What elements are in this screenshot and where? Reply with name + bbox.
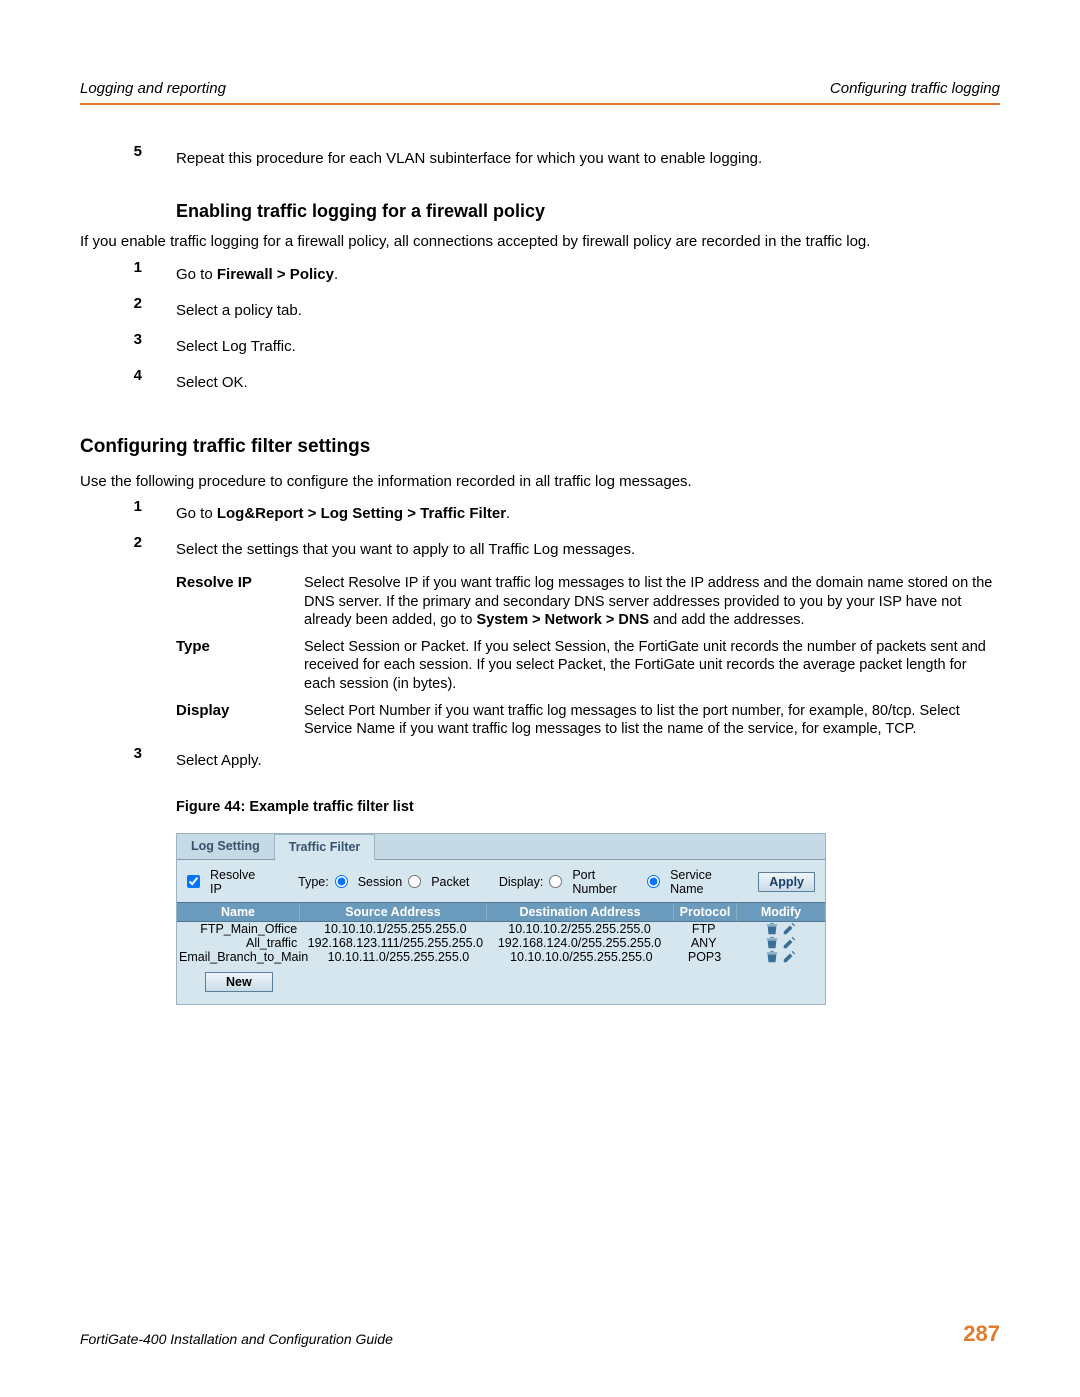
figure-caption: Figure 44: Example traffic filter list [176,799,1000,815]
step-number: 3 [80,331,176,363]
page-footer: FortiGate-400 Installation and Configura… [80,1321,1000,1347]
traffic-filter-screenshot: Log Setting Traffic Filter Resolve IP Ty… [176,833,826,1005]
step-text: Select Apply. [176,751,1000,771]
type-packet-radio[interactable] [408,875,421,888]
resolve-ip-checkbox[interactable] [187,875,200,888]
cell-name: FTP_Main_Office [177,922,303,936]
col-name: Name [177,903,300,921]
tab-log-setting[interactable]: Log Setting [177,834,275,859]
step-text: Go to Firewall > Policy. [176,265,1000,285]
step-text: Repeat this procedure for each VLAN subi… [176,149,1000,169]
step-5: 5 Repeat this procedure for each VLAN su… [80,143,1000,175]
running-head-left: Logging and reporting [80,80,226,97]
policy-step-2: 2 Select a policy tab. [80,295,1000,327]
display-label: Display: [499,875,543,889]
type-label: Type: [298,875,329,889]
edit-icon[interactable] [782,922,796,936]
cell-name: Email_Branch_to_Main [177,950,307,964]
policy-step-4: 4 Select OK. [80,367,1000,399]
policy-step-1: 1 Go to Firewall > Policy. [80,259,1000,291]
filter-controls: Resolve IP Type: Session Packet Display:… [177,860,825,902]
display-service-radio[interactable] [647,875,660,888]
trash-icon[interactable] [765,950,779,964]
resolve-ip-label: Resolve IP [210,868,269,896]
table-row: FTP_Main_Office10.10.10.1/255.255.255.01… [177,922,825,936]
type-session-radio[interactable] [335,875,348,888]
cell-protocol: ANY [672,936,736,950]
table-header: Name Source Address Destination Address … [177,902,825,922]
cell-source: 10.10.11.0/255.255.255.0 [307,950,490,964]
table-row: All_traffic192.168.123.111/255.255.255.0… [177,936,825,950]
type-session-label: Session [358,875,402,889]
filter-heading: Configuring traffic filter settings [80,436,1000,458]
step-text: Select OK. [176,373,1000,393]
cell-protocol: POP3 [673,950,737,964]
step-number: 5 [80,143,176,175]
display-service-label: Service Name [670,868,746,896]
cell-name: All_traffic [177,936,303,950]
apply-button[interactable]: Apply [758,872,815,892]
trash-icon[interactable] [765,922,779,936]
step-number: 1 [80,498,176,530]
policy-heading: Enabling traffic logging for a firewall … [176,201,1000,222]
cell-protocol: FTP [672,922,736,936]
cell-destination: 10.10.10.0/255.255.255.0 [490,950,673,964]
step-text: Select a policy tab. [176,301,1000,321]
col-protocol: Protocol [674,903,737,921]
edit-icon[interactable] [782,936,796,950]
step-number: 2 [80,295,176,327]
footer-title: FortiGate-400 Installation and Configura… [80,1331,393,1347]
def-display: Display Select Port Number if you want t… [176,702,1000,739]
trash-icon[interactable] [765,936,779,950]
def-type: Type Select Session or Packet. If you se… [176,638,1000,694]
cell-destination: 192.168.124.0/255.255.255.0 [487,936,671,950]
tab-bar: Log Setting Traffic Filter [177,834,825,860]
policy-step-3: 3 Select Log Traffic. [80,331,1000,363]
step-number: 4 [80,367,176,399]
filter-intro: Use the following procedure to configure… [80,472,1000,492]
step-text: Select Log Traffic. [176,337,1000,357]
def-resolve-ip: Resolve IP Select Resolve IP if you want… [176,574,1000,630]
display-port-label: Port Number [572,868,641,896]
running-head-right: Configuring traffic logging [830,80,1000,97]
step-text: Go to Log&Report > Log Setting > Traffic… [176,504,1000,524]
type-packet-label: Packet [431,875,469,889]
col-source: Source Address [300,903,487,921]
col-modify: Modify [737,903,825,921]
filter-step-3: 3 Select Apply. [80,745,1000,777]
step-text: Select the settings that you want to app… [176,540,1000,560]
display-port-radio[interactable] [549,875,562,888]
definitions: Resolve IP Select Resolve IP if you want… [176,574,1000,738]
page-number: 287 [963,1321,1000,1347]
cell-destination: 10.10.10.2/255.255.255.0 [487,922,671,936]
filter-step-2: 2 Select the settings that you want to a… [80,534,1000,566]
filter-step-1: 1 Go to Log&Report > Log Setting > Traff… [80,498,1000,530]
running-heads: Logging and reporting Configuring traffi… [80,80,1000,105]
step-number: 1 [80,259,176,291]
step-number: 2 [80,534,176,566]
table-row: Email_Branch_to_Main10.10.11.0/255.255.2… [177,950,825,964]
new-button[interactable]: New [205,972,273,992]
step-number: 3 [80,745,176,777]
tab-traffic-filter[interactable]: Traffic Filter [275,834,376,860]
cell-source: 10.10.10.1/255.255.255.0 [303,922,487,936]
col-destination: Destination Address [487,903,674,921]
cell-source: 192.168.123.111/255.255.255.0 [303,936,487,950]
edit-icon[interactable] [782,950,796,964]
policy-intro: If you enable traffic logging for a fire… [80,232,1000,252]
